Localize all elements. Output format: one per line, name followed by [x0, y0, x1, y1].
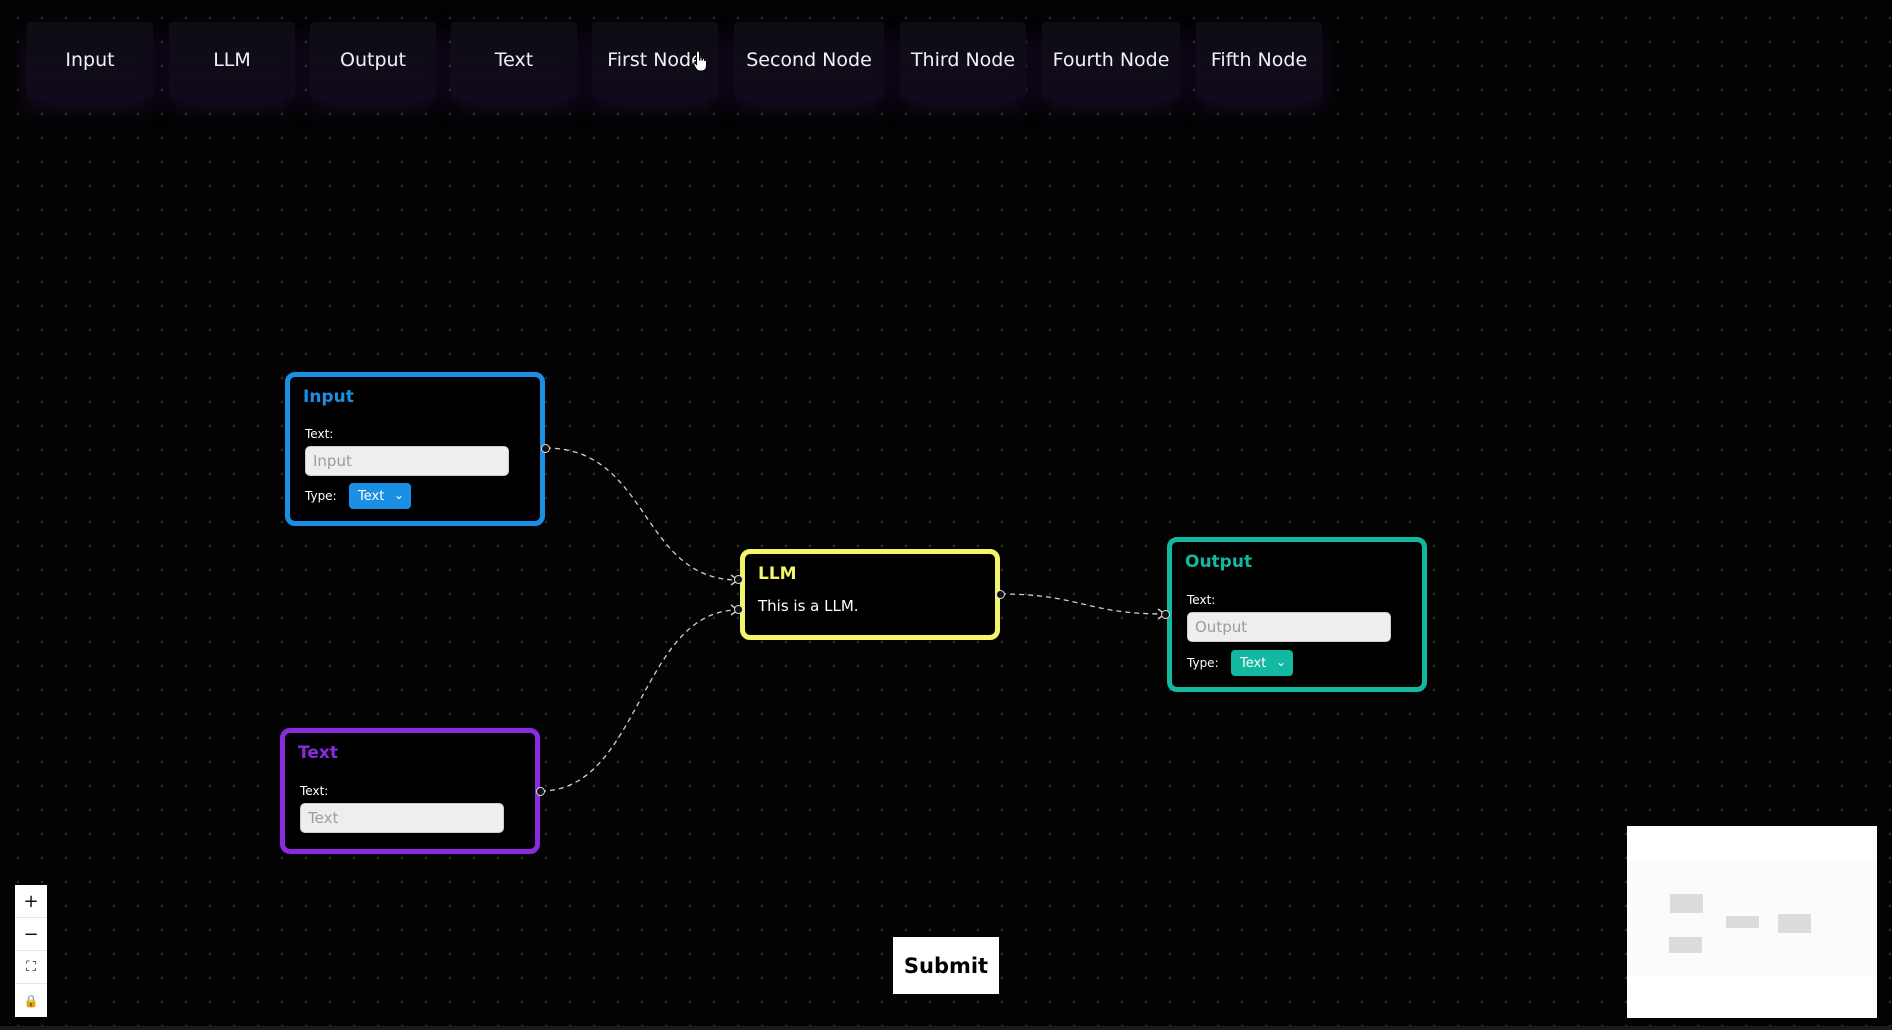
- output-node-target-handle[interactable]: [1161, 610, 1170, 619]
- minimap-node-input: [1670, 894, 1703, 913]
- toolbar-item-output[interactable]: Output: [310, 22, 436, 98]
- toolbar-item-second-node[interactable]: Second Node: [734, 22, 884, 98]
- flow-controls: + − ⛶ 🔒: [15, 885, 47, 1017]
- minimap-node-llm: [1726, 916, 1759, 928]
- node-title: Input: [303, 387, 354, 407]
- node-title: Output: [1185, 552, 1253, 572]
- text-node-source-handle[interactable]: [536, 787, 545, 796]
- text-label: Text:: [305, 427, 334, 441]
- type-select[interactable]: Text ⌄: [349, 483, 411, 509]
- output-node[interactable]: Output Text: Type: Text ⌄: [1167, 537, 1427, 692]
- toolbar-item-input[interactable]: Input: [27, 22, 153, 98]
- toolbar-item-third-node[interactable]: Third Node: [900, 22, 1026, 98]
- llm-node-target-handle-1[interactable]: [734, 575, 743, 584]
- text-label: Text:: [1187, 593, 1216, 607]
- type-select-value: Text: [358, 488, 385, 504]
- text-label: Text:: [300, 784, 329, 798]
- toolbar-item-text[interactable]: Text: [451, 22, 577, 98]
- node-title: LLM: [758, 564, 797, 584]
- fit-view-button[interactable]: ⛶: [15, 951, 47, 984]
- minimap-node-output: [1778, 914, 1811, 933]
- minimap[interactable]: [1627, 826, 1877, 1018]
- lock-button[interactable]: 🔒: [15, 984, 47, 1017]
- bottom-edge: [0, 1026, 1892, 1030]
- toolbar-item-fifth-node[interactable]: Fifth Node: [1196, 22, 1322, 98]
- llm-node[interactable]: LLM This is a LLM.: [740, 549, 1000, 640]
- flow-canvas[interactable]: [0, 0, 1892, 1030]
- llm-node-target-handle-2[interactable]: [734, 605, 743, 614]
- node-description: This is a LLM.: [758, 597, 859, 615]
- node-title: Text: [298, 743, 338, 763]
- minimap-node-text: [1669, 937, 1702, 953]
- hand-cursor-icon: [693, 50, 707, 72]
- submit-button[interactable]: Submit: [893, 937, 999, 994]
- type-label: Type:: [1187, 656, 1219, 670]
- input-text-field[interactable]: [305, 446, 509, 476]
- llm-node-source-handle[interactable]: [996, 590, 1005, 599]
- input-node-source-handle[interactable]: [541, 444, 550, 453]
- text-text-field[interactable]: [300, 803, 504, 833]
- zoom-out-button[interactable]: −: [15, 918, 47, 951]
- output-text-field[interactable]: [1187, 612, 1391, 642]
- zoom-in-button[interactable]: +: [15, 885, 47, 918]
- toolbar-item-llm[interactable]: LLM: [169, 22, 295, 98]
- type-label: Type:: [305, 489, 337, 503]
- chevron-down-icon: ⌄: [393, 488, 404, 502]
- text-node[interactable]: Text Text:: [280, 728, 540, 854]
- chevron-down-icon: ⌄: [1275, 655, 1286, 669]
- input-node[interactable]: Input Text: Type: Text ⌄: [285, 372, 545, 526]
- toolbar-item-fourth-node[interactable]: Fourth Node: [1042, 22, 1180, 98]
- type-select-value: Text: [1240, 655, 1267, 671]
- type-select[interactable]: Text ⌄: [1231, 650, 1293, 676]
